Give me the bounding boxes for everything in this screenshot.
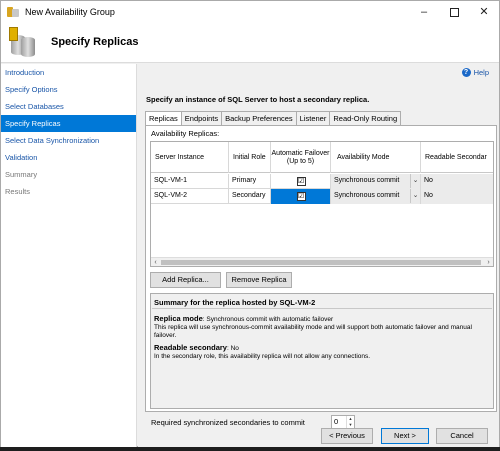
next-button[interactable]: Next >	[381, 428, 429, 444]
cancel-button[interactable]: Cancel	[436, 428, 488, 444]
required-secondaries-value: 0	[334, 417, 339, 426]
app-icon	[7, 6, 19, 18]
readable-secondary-dropdown[interactable]: No	[421, 189, 493, 204]
grid-header-row: Server Instance Initial Role Automatic F…	[151, 142, 493, 173]
nav-item-select-data-synchronization[interactable]: Select Data Synchronization	[1, 132, 136, 149]
tab-read-only-routing[interactable]: Read-Only Routing	[329, 111, 402, 125]
summary-title: Summary for the replica hosted by SQL-VM…	[154, 298, 316, 307]
nav-item-summary: Summary	[5, 170, 38, 179]
spinner-arrows-icon[interactable]: ▲ ▼	[346, 416, 354, 428]
cell-server: SQL-VM-1	[151, 174, 229, 189]
availability-replicas-label: Availability Replicas:	[151, 129, 220, 138]
minimize-button[interactable]: –	[409, 1, 439, 23]
cell-failover[interactable]: ☑	[271, 189, 331, 204]
maximize-icon	[449, 7, 459, 17]
nav-item-results: Results	[5, 187, 31, 196]
close-button[interactable]: ✕	[469, 1, 499, 23]
availability-mode-value: Synchronous commit	[334, 177, 400, 184]
replicas-grid: Server Instance Initial Role Automatic F…	[150, 141, 494, 267]
readable-secondary-dropdown[interactable]: No	[421, 174, 493, 189]
add-replica-button[interactable]: Add Replica...	[150, 272, 221, 288]
cell-role: Secondary	[229, 189, 271, 204]
instruction-text: Specify an instance of SQL Server to hos…	[146, 95, 370, 104]
tab-replicas[interactable]: Replicas	[145, 111, 182, 126]
readable-secondary-value: : No	[226, 345, 239, 352]
chevron-down-icon: ⌄	[410, 189, 420, 203]
failover-checkbox[interactable]: ☑	[296, 192, 306, 201]
new-availability-group-window: New Availability Group – ✕ Specify Repli…	[0, 0, 500, 447]
cell-server: SQL-VM-2	[151, 189, 229, 204]
nav-item-introduction[interactable]: Introduction	[1, 64, 136, 81]
scroll-right-icon[interactable]: ›	[484, 258, 493, 266]
required-secondaries-spinner[interactable]: 0 ▲ ▼	[331, 415, 355, 429]
col-server-instance[interactable]: Server Instance	[151, 142, 229, 173]
tab-endpoints[interactable]: Endpoints	[180, 111, 223, 125]
remove-replica-button[interactable]: Remove Replica	[226, 272, 292, 288]
required-secondaries-label: Required synchronized secondaries to com…	[151, 418, 305, 427]
availability-mode-dropdown[interactable]: Synchronous commit ⌄	[331, 174, 421, 189]
wizard-nav: Introduction Specify Options Select Data…	[1, 64, 137, 447]
help-link[interactable]: ? Help	[461, 68, 489, 77]
replicas-tab-panel: Availability Replicas: Server Instance I…	[145, 125, 497, 412]
availability-mode-dropdown[interactable]: Synchronous commit ⌄	[331, 189, 421, 204]
availability-group-icon	[9, 27, 37, 59]
col-initial-role[interactable]: Initial Role	[229, 142, 271, 173]
failover-checkbox[interactable]: ☑	[296, 177, 306, 186]
col-readable-secondary[interactable]: Readable Secondar	[421, 142, 493, 173]
help-icon: ?	[461, 68, 471, 77]
wizard-content: ? Help Specify an instance of SQL Server…	[138, 64, 499, 447]
nav-item-validation[interactable]: Validation	[1, 149, 136, 166]
readable-secondary-block: Readable secondary: No In the secondary …	[154, 344, 490, 361]
table-row[interactable]: SQL-VM-1 Primary ☑ Synchronous commit ⌄ …	[151, 174, 493, 189]
replica-mode-block: Replica mode: Synchronous commit with au…	[154, 315, 490, 340]
nav-item-select-databases[interactable]: Select Databases	[1, 98, 136, 115]
nav-item-specify-options[interactable]: Specify Options	[1, 81, 136, 98]
chevron-down-icon: ⌄	[410, 174, 420, 188]
replica-mode-label: Replica mode	[154, 314, 203, 323]
col-availability-mode[interactable]: Availability Mode	[331, 142, 421, 173]
tab-backup-preferences[interactable]: Backup Preferences	[221, 111, 297, 125]
help-label: Help	[473, 68, 489, 77]
scrollbar-thumb[interactable]	[161, 260, 481, 265]
maximize-button[interactable]	[439, 1, 469, 23]
col-automatic-failover[interactable]: Automatic Failover (Up to 5)	[271, 142, 331, 173]
cell-role: Primary	[229, 174, 271, 189]
availability-mode-value: Synchronous commit	[334, 192, 400, 199]
scroll-left-icon[interactable]: ‹	[151, 258, 160, 266]
nav-item-specify-replicas[interactable]: Specify Replicas	[1, 115, 136, 132]
title-bar: New Availability Group – ✕	[1, 1, 499, 23]
horizontal-scrollbar[interactable]: ‹ ›	[151, 257, 493, 266]
tab-strip: Replicas Endpoints Backup Preferences Li…	[145, 111, 402, 126]
wizard-header: Specify Replicas	[1, 23, 499, 63]
replica-mode-description: This replica will use synchronous-commit…	[154, 324, 472, 339]
replica-summary-panel: Summary for the replica hosted by SQL-VM…	[150, 293, 494, 409]
previous-button[interactable]: < Previous	[321, 428, 373, 444]
page-title: Specify Replicas	[51, 36, 139, 48]
cell-failover[interactable]: ☑	[271, 174, 331, 189]
table-row[interactable]: SQL-VM-2 Secondary ☑ Synchronous commit …	[151, 189, 493, 204]
readable-secondary-label: Readable secondary	[154, 343, 227, 352]
window-title: New Availability Group	[25, 7, 115, 17]
replica-mode-value: : Synchronous commit with automatic fail…	[202, 316, 334, 323]
readable-secondary-description: In the secondary role, this availability…	[154, 353, 371, 360]
summary-divider	[152, 308, 492, 309]
tab-listener[interactable]: Listener	[295, 111, 331, 125]
